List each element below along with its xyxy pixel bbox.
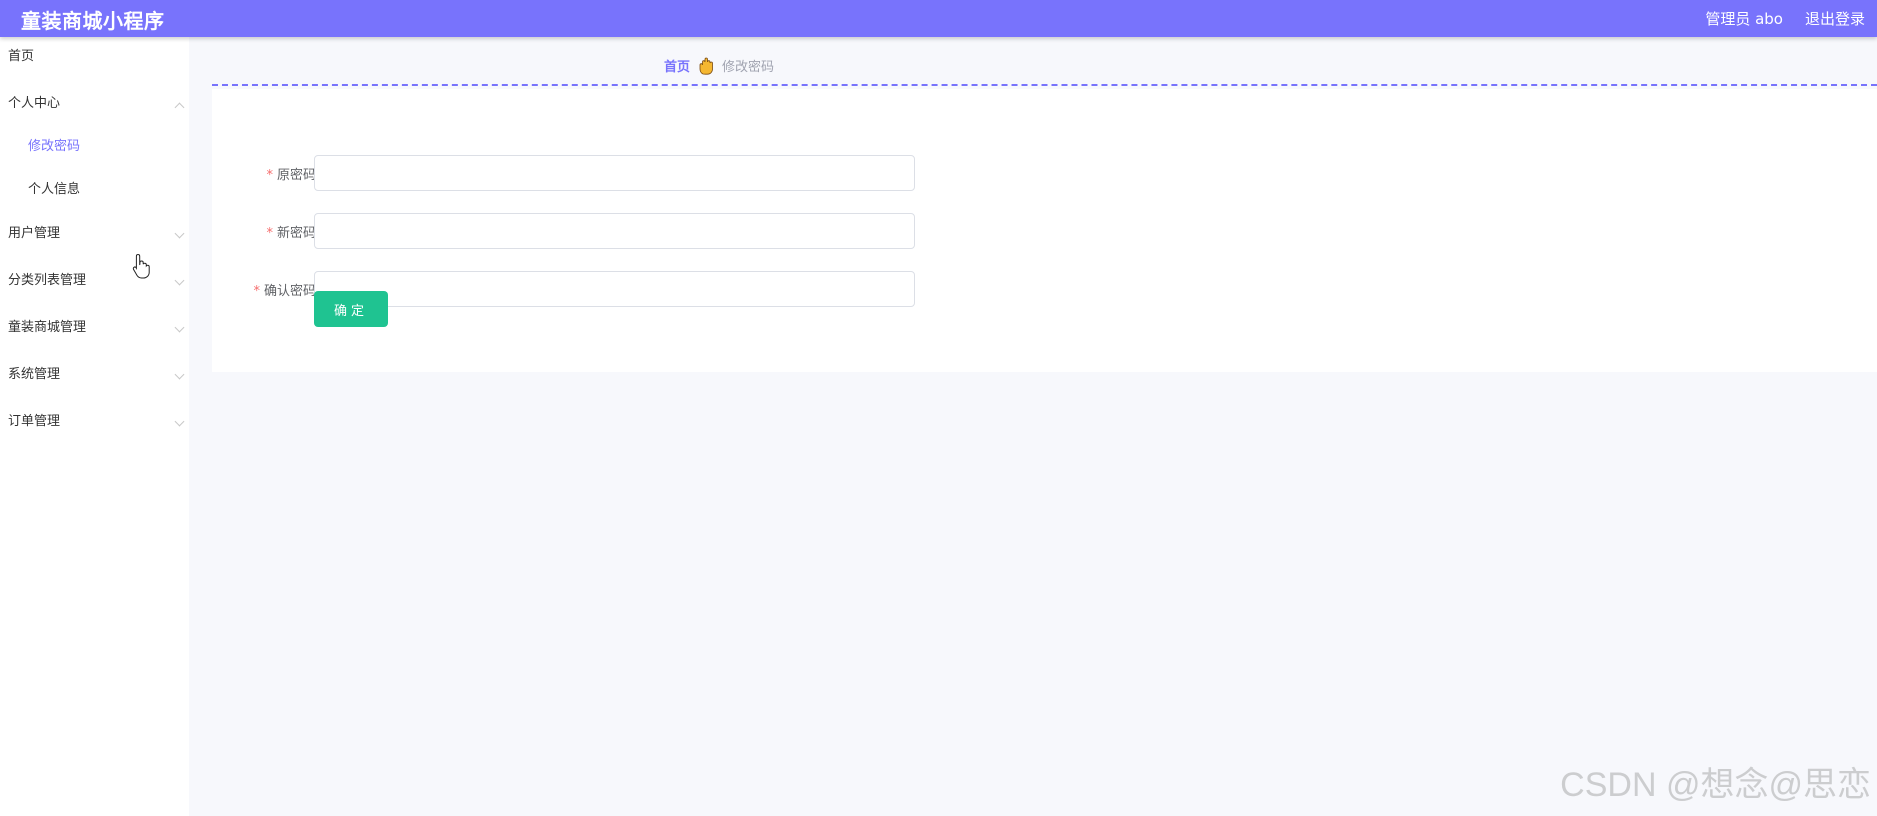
sidebar-item-order-management[interactable]: 订单管理 [0,402,189,442]
form-row-old-password: * 原密码 [212,155,915,191]
user-label[interactable]: 管理员 abo [1705,8,1783,29]
sidebar-item-system-management[interactable]: 系统管理 [0,355,189,395]
new-password-label-text: 新密码 [276,226,316,241]
chevron-down-icon [174,322,185,333]
new-password-label: * 新密码 [266,222,316,241]
logout-button[interactable]: 退出登录 [1805,8,1865,29]
confirm-password-label: * 确认密码 [253,280,316,299]
old-password-input[interactable] [314,155,915,191]
sidebar-item-label: 订单管理 [8,414,61,429]
required-mark: * [253,284,260,299]
sidebar-item-label: 修改密码 [28,139,81,154]
confirm-password-input[interactable] [314,271,915,307]
app-title: 童装商城小程序 [21,9,165,33]
breadcrumb-divider [212,84,1877,86]
sidebar-item-personal-center[interactable]: 个人中心 [0,84,189,124]
required-mark: * [266,226,273,241]
form-row-new-password: * 新密码 [212,213,915,249]
sidebar-item-label: 童装商城管理 [8,320,87,335]
chevron-down-icon [174,275,185,286]
sidebar-item-label: 个人信息 [28,182,81,197]
hand-icon [699,57,713,75]
confirm-button[interactable]: 确定 [314,291,388,327]
chevron-down-icon [174,416,185,427]
breadcrumb: 首页 修改密码 [664,56,774,75]
watermark: CSDN @想念@思恋 [1560,766,1871,804]
change-password-form: * 原密码 * 新密码 * 确认密码 确定 [212,89,1877,372]
top-right-menu: 管理员 abo 退出登录 [1705,8,1865,29]
sidebar-item-label: 个人中心 [8,96,61,111]
new-password-input[interactable] [314,213,915,249]
sidebar-item-change-password[interactable]: 修改密码 [0,127,189,167]
sidebar: 首页 个人中心 修改密码 个人信息 用户管理 分类列表管理 童装商城管理 系统管… [0,37,189,816]
confirm-password-label-text: 确认密码 [263,284,316,299]
sidebar-item-label: 系统管理 [8,367,61,382]
chevron-up-icon [174,102,185,113]
old-password-label: * 原密码 [266,164,316,183]
sidebar-item-mall-management[interactable]: 童装商城管理 [0,308,189,348]
breadcrumb-home[interactable]: 首页 [664,56,690,75]
old-password-label-text: 原密码 [276,168,316,183]
top-bar: 童装商城小程序 管理员 abo 退出登录 [0,0,1877,37]
main-content: 首页 修改密码 * 原密码 * 新密码 * 确认密码 确定 CSDN @想念@思恋 [189,37,1877,816]
sidebar-item-label: 分类列表管理 [8,273,87,288]
sidebar-item-label: 首页 [8,49,35,64]
sidebar-item-label: 用户管理 [8,226,61,241]
hand-pointer-icon [132,253,150,279]
chevron-down-icon [174,369,185,380]
sidebar-item-user-management[interactable]: 用户管理 [0,214,189,254]
sidebar-item-category-management[interactable]: 分类列表管理 [0,261,189,301]
required-mark: * [266,168,273,183]
sidebar-item-personal-info[interactable]: 个人信息 [0,170,189,210]
chevron-down-icon [174,228,185,239]
sidebar-item-home[interactable]: 首页 [0,37,189,77]
breadcrumb-current: 修改密码 [722,60,775,75]
